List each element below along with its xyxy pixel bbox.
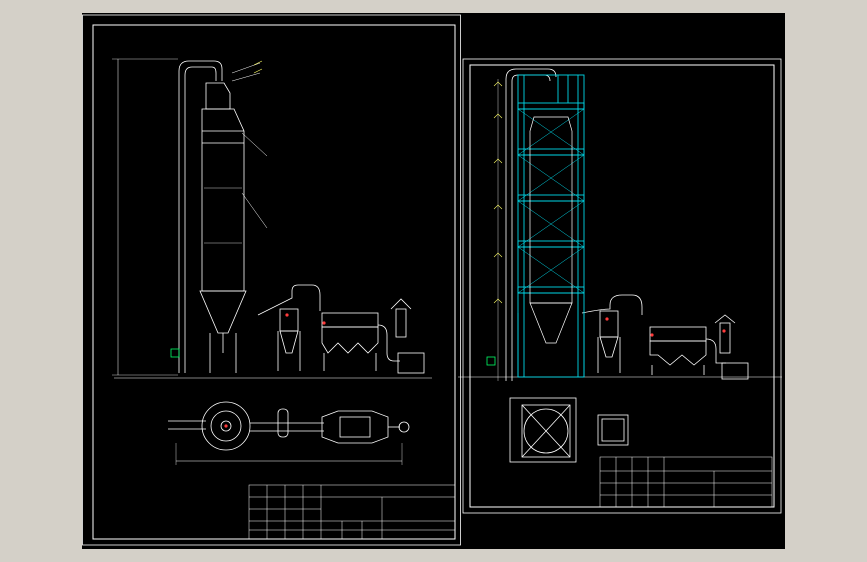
exhaust-fan-base <box>397 352 425 374</box>
bag-filter-hoppers <box>321 326 379 354</box>
sheet-1-plan-view <box>168 401 410 465</box>
sheet-2-title-block <box>599 456 773 508</box>
sheet-1-outer-border <box>82 14 461 546</box>
cad-drawing <box>82 14 782 546</box>
inlet-2-marker <box>486 356 496 366</box>
sheet-1 <box>82 14 461 546</box>
plan-fan <box>398 421 410 433</box>
inlet-marker <box>170 348 180 358</box>
frame-outline <box>517 74 585 378</box>
filter-1-marker <box>322 321 326 325</box>
sheet-1-inner-border <box>92 24 456 540</box>
dryer-chamber <box>201 108 245 292</box>
exhaust-fan-stack <box>395 308 407 338</box>
spray-tower <box>112 58 432 379</box>
sheet-2 <box>458 58 782 514</box>
cyclone-2-body <box>599 310 619 338</box>
dryer-top-head <box>205 82 231 110</box>
sheet-1-markers <box>170 313 326 428</box>
dryer-cone <box>199 290 247 334</box>
annotation-marks <box>253 60 503 304</box>
cyclone-1-body <box>279 308 299 332</box>
cad-viewport[interactable] <box>82 13 785 549</box>
plan-bag-filter <box>321 410 389 444</box>
plan-2-fan <box>597 414 629 446</box>
sheet-1-title-block <box>248 484 456 540</box>
frame-dryer-chamber <box>529 116 573 304</box>
exhaust-fan-2-stack <box>719 322 731 354</box>
bag-filter-2-top <box>649 326 707 342</box>
sheet-1-cyclone-group <box>257 284 425 374</box>
steel-frame-structure <box>517 74 585 378</box>
bag-filter-top <box>321 312 379 328</box>
cyclone-1-marker <box>285 313 289 317</box>
